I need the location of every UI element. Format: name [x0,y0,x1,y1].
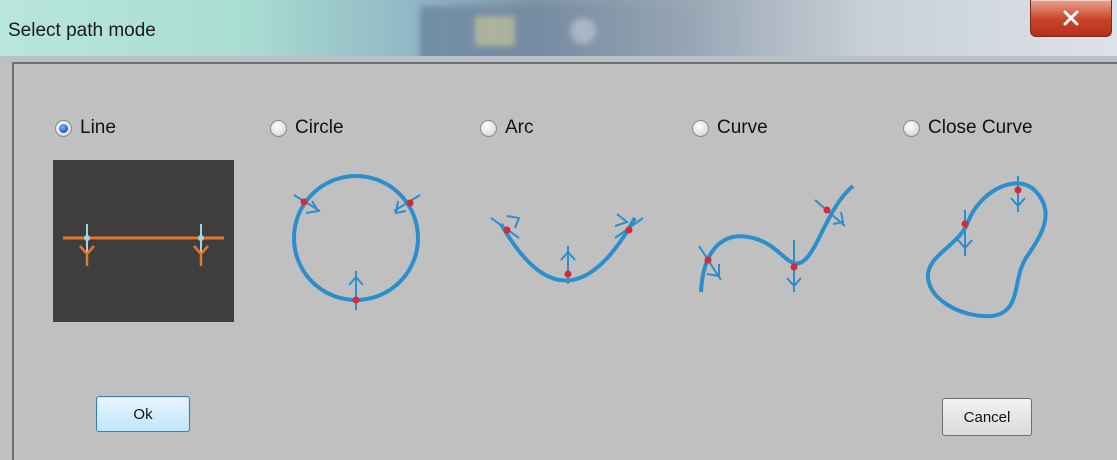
ok-button-label: Ok [133,405,153,423]
close-icon [1063,10,1079,26]
background-blur [420,6,750,62]
radio-label-circle: Circle [295,117,344,138]
circle-path-icon[interactable] [280,165,440,325]
radio-button[interactable] [270,119,287,137]
line-path-icon[interactable] [53,160,234,322]
radio-button[interactable] [480,119,497,137]
radio-label-line: Line [80,117,116,138]
cancel-button-label: Cancel [963,408,1011,426]
title-bar: Select path mode [0,0,1117,62]
close-button[interactable] [1030,0,1112,37]
radio-curve[interactable]: Curve [692,117,768,139]
radio-button-checked[interactable] [55,119,72,137]
radio-button[interactable] [903,119,920,137]
arc-path-icon[interactable] [485,200,650,305]
radio-button[interactable] [692,119,709,137]
cancel-button[interactable]: Cancel [942,398,1032,436]
radio-line[interactable]: Line [55,117,116,139]
ok-button[interactable]: Ok [96,396,190,432]
radio-circle[interactable]: Circle [270,117,344,139]
window-title: Select path mode [8,20,156,41]
radio-label-curve: Curve [717,117,768,138]
radio-arc[interactable]: Arc [480,117,534,139]
close-curve-path-icon[interactable] [920,170,1060,325]
radio-label-close-curve: Close Curve [928,117,1033,138]
radio-label-arc: Arc [505,117,534,138]
radio-close-curve[interactable]: Close Curve [903,117,1033,139]
curve-path-icon[interactable] [693,180,858,305]
